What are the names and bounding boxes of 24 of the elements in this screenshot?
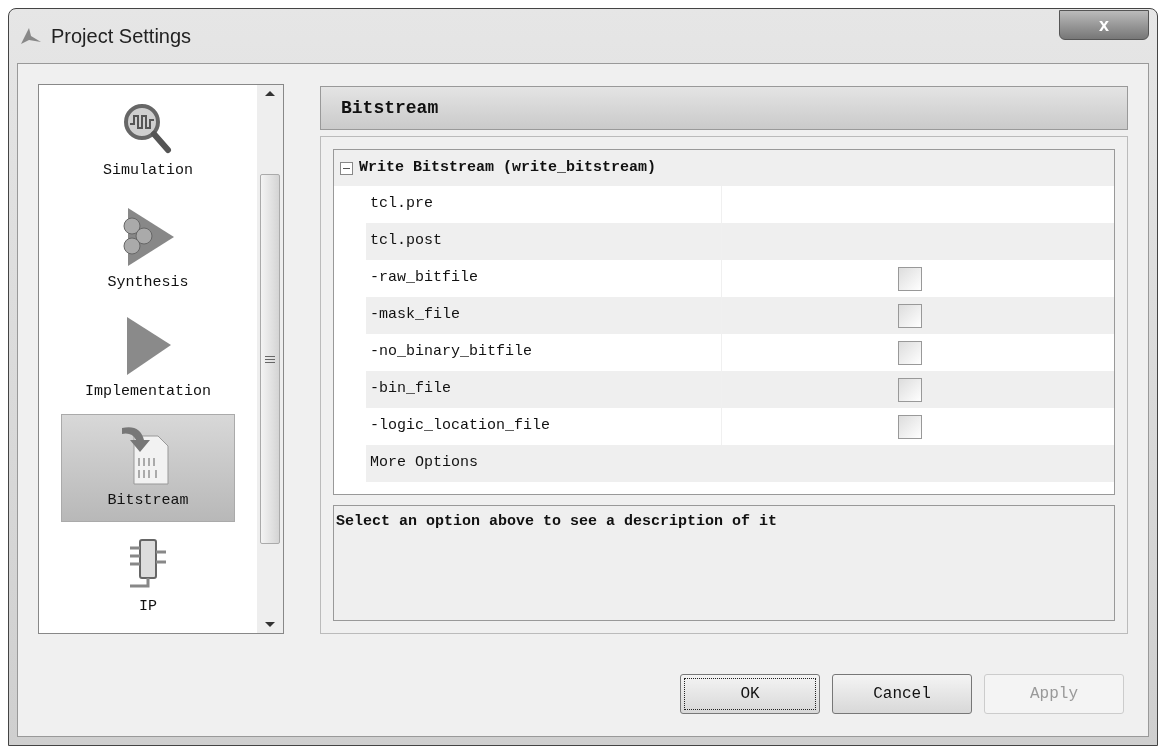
group-label: Write Bitstream (write_bitstream): [359, 157, 657, 178]
collapse-icon[interactable]: [340, 161, 353, 175]
checkbox[interactable]: [898, 303, 922, 328]
checkbox[interactable]: [898, 340, 922, 365]
category-item[interactable]: Synthesis: [61, 196, 235, 304]
dialog-button[interactable]: OK: [680, 674, 820, 714]
scrollbar[interactable]: [257, 85, 283, 633]
checkbox[interactable]: [898, 266, 922, 291]
scroll-down-icon[interactable]: [265, 622, 275, 627]
dialog-button[interactable]: Cancel: [832, 674, 972, 714]
grip-icon: [265, 355, 275, 363]
checkbox[interactable]: [898, 377, 922, 402]
scroll-up-icon[interactable]: [265, 91, 275, 96]
category-item[interactable]: Simulation: [61, 87, 235, 195]
category-item[interactable]: IP: [61, 523, 235, 631]
window-title: Project Settings: [51, 24, 192, 49]
category-item[interactable]: Implementation: [61, 305, 235, 413]
description-text: Select an option above to see a description of it: [336, 513, 778, 530]
panel-title: Bitstream: [341, 96, 439, 120]
checkbox[interactable]: [898, 414, 922, 439]
scrollbar-thumb[interactable]: [260, 174, 280, 544]
category-item[interactable]: Bitstream: [61, 414, 235, 522]
property-name: More Options: [369, 453, 480, 474]
triangle-dots-icon: [120, 205, 176, 268]
